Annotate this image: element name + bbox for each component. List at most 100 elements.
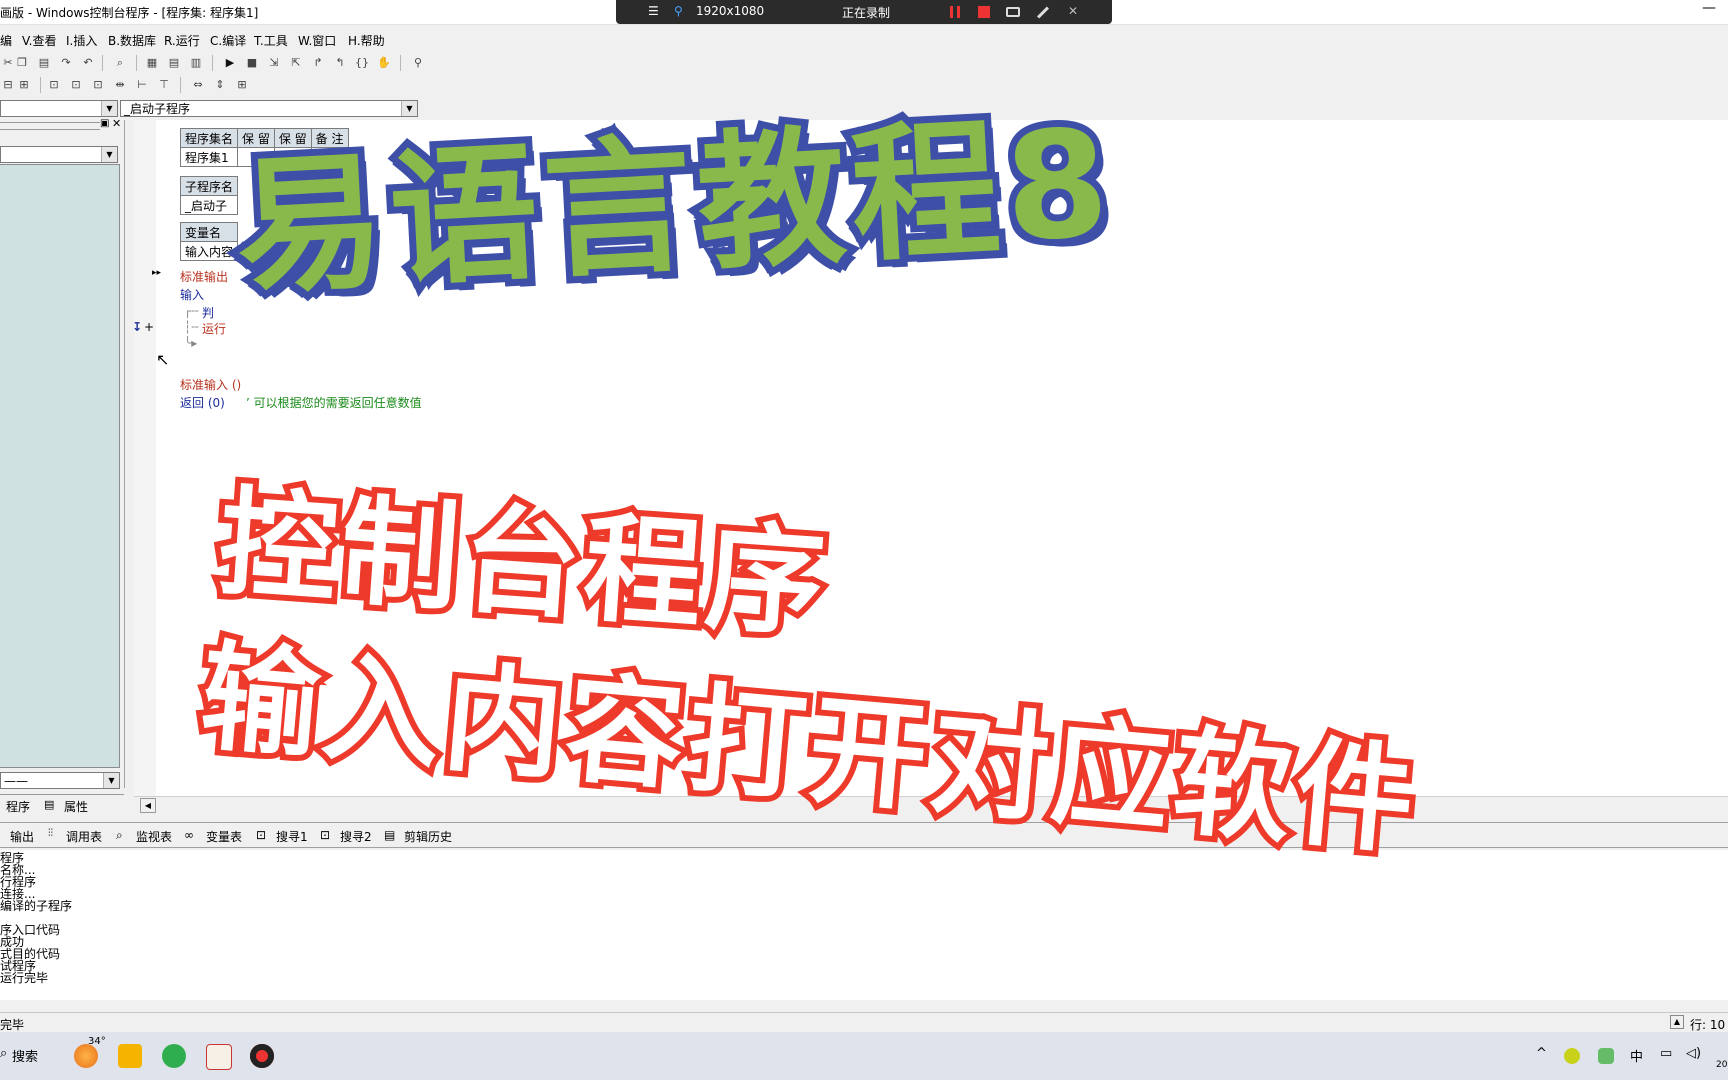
subroutine-table: 子程序名 _启动子	[179, 176, 239, 215]
hand-icon[interactable]: ✋	[376, 55, 392, 71]
align-left-icon[interactable]: ⊟	[0, 77, 16, 93]
cell-var-name[interactable]: 输入内容	[179, 241, 239, 261]
search-icon[interactable]: ⌕	[0, 1046, 7, 1061]
pen-icon[interactable]	[1036, 6, 1050, 19]
menu-bar: 编 V.查看 I.插入 B.数据库 R.运行 C.编译 T.工具 W.窗口 H.…	[0, 28, 1728, 50]
header-assembly-name: 程序集名	[179, 128, 239, 148]
scroll-left-icon[interactable]: ◀	[140, 798, 156, 813]
close-icon[interactable]: ✕	[1068, 4, 1078, 18]
copy-icon[interactable]: ❐	[14, 55, 30, 71]
panel-combo[interactable]: ▼	[0, 146, 118, 163]
stop-icon[interactable]	[978, 6, 990, 18]
program-tree[interactable]	[0, 164, 120, 768]
folder-icon[interactable]	[118, 1044, 142, 1068]
weather-icon[interactable]	[74, 1044, 98, 1068]
layout3-icon[interactable]: ▥	[188, 55, 204, 71]
browser-icon[interactable]	[162, 1044, 186, 1068]
menu-icon[interactable]: ☰	[648, 4, 659, 18]
cell-sub-name[interactable]: _启动子	[179, 195, 239, 215]
code-line-return[interactable]: 返回 (0)	[180, 394, 225, 411]
search1-icon: ⊡	[256, 828, 267, 842]
step2-icon[interactable]: ⇱	[288, 55, 304, 71]
menu-compile[interactable]: C.编译	[210, 32, 246, 49]
menu-database[interactable]: B.数据库	[108, 32, 156, 49]
size-h-icon[interactable]: ⇕	[212, 77, 228, 93]
expand-plus-icon[interactable]: +	[144, 320, 154, 334]
ime-indicator[interactable]: 中	[1630, 1046, 1643, 1065]
line-indicator: 行: 10	[1690, 1018, 1726, 1032]
code-line-stdout[interactable]: 标准输出	[180, 268, 228, 285]
chevron-up-icon[interactable]: ^	[1536, 1046, 1547, 1061]
paste-icon[interactable]: ▤	[36, 55, 52, 71]
menu-window[interactable]: W.窗口	[298, 32, 336, 49]
pin-icon[interactable]: ▣	[100, 118, 109, 129]
close-icon[interactable]: ✕	[112, 117, 121, 130]
object-combo[interactable]: ▼	[0, 100, 118, 117]
cell-assembly-name[interactable]: 程序集1	[179, 147, 239, 167]
tab-search2[interactable]: 搜寻2	[340, 828, 372, 845]
help-icon[interactable]: ⚲	[410, 55, 426, 71]
tab-search1[interactable]: 搜寻1	[276, 828, 308, 845]
tab-watch-table[interactable]: 监视表	[136, 828, 172, 845]
output-panel[interactable]: 程序 名称... 行程序 连接... 编译的子程序 序入口代码 成功 式目的代码…	[0, 850, 1728, 1000]
tab-variable-table[interactable]: 变量表	[206, 828, 242, 845]
panel-grip[interactable]	[0, 122, 100, 130]
minimize-button[interactable]: —	[1702, 0, 1716, 16]
menu-view[interactable]: V.查看	[22, 32, 56, 49]
layout1-icon[interactable]: ▦	[144, 55, 160, 71]
panel-bottom-combo[interactable]: —— ▼	[0, 772, 120, 789]
menu-tools[interactable]: T.工具	[254, 32, 288, 49]
step4-icon[interactable]: ↰	[332, 55, 348, 71]
align-top-icon[interactable]: ⊡	[46, 77, 62, 93]
align-middle-icon[interactable]: ⊡	[68, 77, 84, 93]
fold-arrow-icon[interactable]: ▸▸	[152, 268, 161, 278]
code-line-run[interactable]: 运行	[202, 320, 226, 337]
step1-icon[interactable]: ⇲	[266, 55, 282, 71]
menu-help[interactable]: H.帮助	[348, 32, 385, 49]
run-icon[interactable]: ▶	[222, 55, 238, 71]
space-h2-icon[interactable]: ⊢	[134, 77, 150, 93]
recorder-icon[interactable]	[250, 1044, 274, 1068]
taskbar-search[interactable]: 搜索	[12, 1046, 38, 1065]
size-both-icon[interactable]: ⊞	[234, 77, 250, 93]
code-line-judge[interactable]: 判	[202, 304, 214, 321]
camera-icon[interactable]	[1006, 7, 1020, 17]
menu-insert[interactable]: I.插入	[66, 32, 97, 49]
menu-edit[interactable]: 编	[0, 32, 12, 49]
scroll-up-icon[interactable]: ▲	[1670, 1015, 1684, 1029]
pause-icon[interactable]	[950, 6, 960, 18]
tab-clip-history[interactable]: 剪辑历史	[404, 828, 452, 845]
step3-icon[interactable]: ↱	[310, 55, 326, 71]
tab-property[interactable]: 属性	[64, 798, 88, 815]
redo-icon[interactable]: ↷	[58, 55, 74, 71]
code-line-stdin[interactable]: 标准输入 ()	[180, 376, 241, 393]
layout2-icon[interactable]: ▤	[166, 55, 182, 71]
space-h-icon[interactable]: ⇹	[112, 77, 128, 93]
size-w-icon[interactable]: ⇔	[190, 77, 206, 93]
eyuyan-icon[interactable]	[206, 1044, 232, 1070]
tab-program[interactable]: 程序	[6, 798, 30, 815]
panel-bottom-combo-value: ——	[4, 774, 28, 788]
code-line-input[interactable]: 输入	[180, 286, 204, 303]
space-v-icon[interactable]: ⊤	[156, 77, 172, 93]
search2-icon: ⊡	[320, 828, 331, 842]
clock: 20	[1716, 1060, 1728, 1070]
nvidia-icon[interactable]	[1598, 1048, 1614, 1064]
menu-run[interactable]: R.运行	[164, 32, 200, 49]
tab-call-table[interactable]: 调用表	[66, 828, 102, 845]
brace-icon[interactable]: {}	[354, 55, 370, 71]
undo-icon[interactable]: ↶	[80, 55, 96, 71]
align-center-icon[interactable]: ⊞	[16, 77, 32, 93]
output-line: 编译的子程序	[0, 899, 73, 913]
tray-app-icon[interactable]	[1564, 1048, 1580, 1064]
find-icon[interactable]: ⌕	[112, 55, 128, 71]
network-icon[interactable]: ▭	[1660, 1046, 1672, 1061]
search-icon: ⌕	[116, 828, 123, 842]
breakpoint-icon[interactable]: ↧	[132, 320, 142, 334]
stop-run-icon[interactable]: ■	[244, 55, 260, 71]
align-bottom-icon[interactable]: ⊡	[90, 77, 106, 93]
volume-icon[interactable]: ◁)	[1686, 1046, 1701, 1061]
tab-output[interactable]: 输出	[10, 828, 34, 845]
pin-icon[interactable]: ⚲	[674, 4, 683, 18]
call-table-icon: ⫶⫶	[48, 828, 53, 839]
